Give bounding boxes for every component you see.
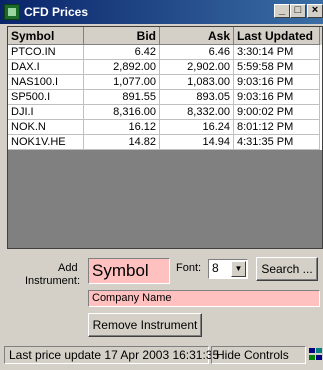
chevron-down-icon[interactable]: ▼ [231, 261, 246, 277]
cell-last-updated[interactable]: 5:59:58 PM [234, 60, 320, 75]
column-header-ask[interactable]: Ask [160, 27, 234, 45]
maximize-button[interactable]: □ [290, 4, 306, 18]
minimize-button[interactable]: _ [274, 4, 290, 18]
hide-controls-button[interactable]: Hide Controls [211, 346, 306, 364]
cell-ask[interactable]: 8,332.00 [160, 105, 234, 120]
cell-last-updated[interactable]: 4:31:35 PM [234, 135, 320, 150]
column-header-last-updated[interactable]: Last Updated [234, 27, 320, 45]
font-size-select[interactable]: 8 ▼ [208, 259, 248, 279]
cell-ask[interactable]: 6.46 [160, 45, 234, 60]
last-update-status: Last price update 17 Apr 2003 16:31:35 [4, 346, 219, 364]
add-label: Add [58, 262, 78, 274]
table-row[interactable]: NOK.N 16.12 16.24 8:01:12 PM [8, 120, 322, 135]
cell-symbol[interactable]: SP500.I [8, 90, 84, 105]
cell-ask[interactable]: 893.05 [160, 90, 234, 105]
grid-rows: PTCO.IN 6.42 6.46 3:30:14 PM DAX.I 2,892… [8, 45, 322, 150]
instrument-label: Instrument: [25, 275, 81, 287]
cell-symbol[interactable]: DJI.I [8, 105, 84, 120]
cell-ask[interactable]: 14.94 [160, 135, 234, 150]
cell-last-updated[interactable]: 9:00:02 PM [234, 105, 320, 120]
cell-bid[interactable]: 16.12 [84, 120, 160, 135]
symbol-input[interactable]: Symbol [88, 258, 170, 284]
grid-header: Symbol Bid Ask Last Updated [8, 27, 322, 45]
cell-symbol[interactable]: PTCO.IN [8, 45, 84, 60]
table-row[interactable]: SP500.I 891.55 893.05 9:03:16 PM [8, 90, 322, 105]
cell-symbol[interactable]: NOK1V.HE [8, 135, 84, 150]
cell-bid[interactable]: 1,077.00 [84, 75, 160, 90]
cell-bid[interactable]: 14.82 [84, 135, 160, 150]
cell-ask[interactable]: 16.24 [160, 120, 234, 135]
cell-ask[interactable]: 2,902.00 [160, 60, 234, 75]
cell-ask[interactable]: 1,083.00 [160, 75, 234, 90]
table-row[interactable]: DAX.I 2,892.00 2,902.00 5:59:58 PM [8, 60, 322, 75]
cell-bid[interactable]: 891.55 [84, 90, 160, 105]
status-bar: Last price update 17 Apr 2003 16:31:35 H… [0, 344, 323, 366]
cell-bid[interactable]: 8,316.00 [84, 105, 160, 120]
cell-symbol[interactable]: DAX.I [8, 60, 84, 75]
app-icon[interactable] [4, 4, 20, 20]
cell-last-updated[interactable]: 9:03:16 PM [234, 75, 320, 90]
cell-last-updated[interactable]: 3:30:14 PM [234, 45, 320, 60]
table-row[interactable]: NAS100.I 1,077.00 1,083.00 9:03:16 PM [8, 75, 322, 90]
search-button[interactable]: Search ... [256, 257, 318, 281]
resize-grip-icon[interactable] [308, 347, 323, 363]
cell-symbol[interactable]: NOK.N [8, 120, 84, 135]
column-header-bid[interactable]: Bid [84, 27, 160, 45]
company-name-input[interactable]: Company Name [88, 290, 320, 307]
prices-grid[interactable]: Symbol Bid Ask Last Updated PTCO.IN 6.42… [7, 26, 323, 249]
title-bar[interactable]: CFD Prices _ □ × [0, 0, 323, 24]
table-row[interactable]: DJI.I 8,316.00 8,332.00 9:00:02 PM [8, 105, 322, 120]
font-size-value: 8 [212, 261, 219, 275]
cell-symbol[interactable]: NAS100.I [8, 75, 84, 90]
table-row[interactable]: PTCO.IN 6.42 6.46 3:30:14 PM [8, 45, 322, 60]
cell-bid[interactable]: 2,892.00 [84, 60, 160, 75]
cell-last-updated[interactable]: 8:01:12 PM [234, 120, 320, 135]
window-title: CFD Prices [24, 5, 89, 19]
cfd-prices-window: CFD Prices _ □ × Symbol Bid Ask Last Upd… [0, 0, 323, 370]
font-label: Font: [176, 262, 202, 274]
table-row[interactable]: NOK1V.HE 14.82 14.94 4:31:35 PM [8, 135, 322, 150]
close-button[interactable]: × [307, 4, 323, 18]
cell-bid[interactable]: 6.42 [84, 45, 160, 60]
column-header-symbol[interactable]: Symbol [8, 27, 84, 45]
remove-instrument-button[interactable]: Remove Instrument [88, 313, 202, 337]
cell-last-updated[interactable]: 9:03:16 PM [234, 90, 320, 105]
